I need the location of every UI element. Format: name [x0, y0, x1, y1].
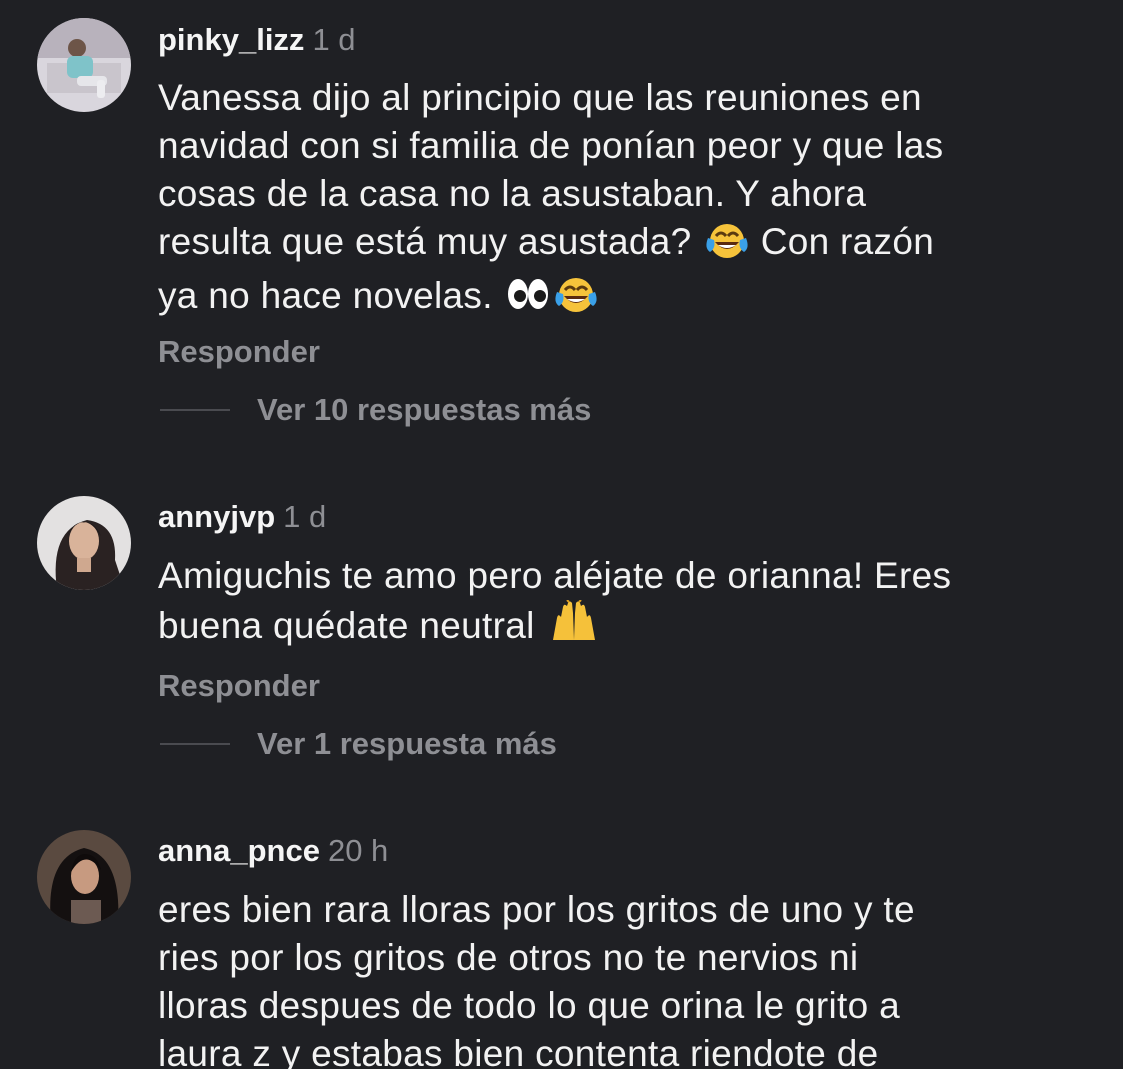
username[interactable]: anna_pnce [158, 833, 320, 868]
username[interactable]: annyjvp [158, 499, 275, 534]
comment-text: Vanessa dijo al principio que las reunio… [158, 74, 1088, 326]
comment-header: annyjvp 1 d [158, 499, 326, 535]
comment-line: Vanessa dijo al principio que las reunio… [158, 77, 922, 118]
timestamp: 1 d [283, 499, 327, 534]
avatar[interactable] [37, 496, 131, 590]
replies-divider [160, 743, 230, 745]
comment-line: ries por los gritos de otros no te nervi… [158, 937, 859, 978]
avatar[interactable] [37, 18, 131, 112]
comment-line: lloras despues de todo lo que orina le g… [158, 985, 900, 1026]
comment-line: Con razón [760, 221, 935, 262]
face-with-tears-of-joy-icon [704, 220, 750, 272]
timestamp: 1 d [312, 22, 356, 57]
replies-divider [160, 409, 230, 411]
timestamp: 20 h [327, 833, 389, 868]
comment-line: navidad con si familia de ponían peor y … [158, 125, 944, 166]
eyes-icon [505, 274, 551, 326]
comment-text: Amiguchis te amo pero aléjate de orianna… [158, 552, 1088, 656]
raising-hands-icon [547, 597, 601, 656]
comment-line: Amiguchis te amo pero aléjate de orianna… [158, 555, 952, 596]
comment-line: eres bien rara lloras por los gritos de … [158, 889, 915, 930]
comment-header: pinky_lizz 1 d [158, 22, 356, 58]
view-more-replies-label[interactable]: Ver 1 respuesta más [257, 724, 557, 764]
reply-button[interactable]: Responder [158, 334, 320, 370]
view-more-replies-label[interactable]: Ver 10 respuestas más [257, 390, 591, 430]
username[interactable]: pinky_lizz [158, 22, 304, 57]
reply-button[interactable]: Responder [158, 668, 320, 704]
comment-line: buena quédate neutral [158, 605, 535, 646]
comment-text: eres bien rara lloras por los gritos de … [158, 886, 1088, 1069]
comment-line: cosas de la casa no la asustaban. Y ahor… [158, 173, 867, 214]
face-with-tears-of-joy-icon [553, 274, 599, 326]
comment-line: resulta que está muy asustada? [158, 221, 692, 262]
comment-header: anna_pnce 20 h [158, 833, 388, 869]
avatar[interactable] [37, 830, 131, 924]
comment-line: laura z y estabas bien contenta riendote… [158, 1033, 879, 1069]
comment-line: ya no hace novelas. [158, 275, 493, 316]
